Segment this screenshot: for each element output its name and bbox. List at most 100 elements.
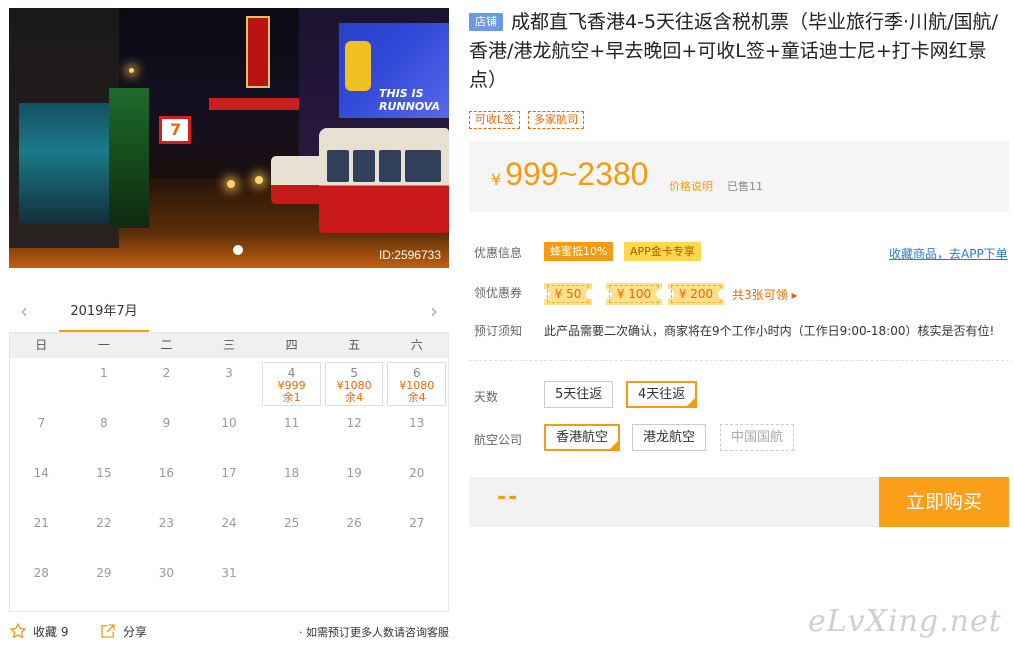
calendar-day: 22 — [73, 508, 136, 558]
coupon-100[interactable]: ¥ 100 — [606, 283, 662, 305]
option-air-china: 中国国航 — [720, 424, 795, 451]
shop-badge[interactable]: 店铺 — [469, 13, 503, 31]
calendar-day: 25 — [260, 508, 323, 558]
weekday-label: 一 — [97, 338, 110, 352]
day-number: 10 — [221, 416, 237, 430]
day-number: 14 — [33, 466, 49, 480]
weekday-label: 二 — [160, 338, 173, 352]
calendar-day: 7 — [10, 408, 73, 458]
calendar-week-row: 21 22 23 24 25 26 27 — [10, 508, 448, 558]
day-number: 29 — [96, 566, 112, 580]
day-number: 23 — [158, 516, 175, 530]
calendar-day: 2 — [135, 358, 198, 408]
favorite-app-link[interactable]: 收藏商品，去APP下单 — [889, 245, 1008, 262]
calendar-days: 1 2 3 4 ¥999 余1 5 ¥1080 余4 6 ¥1080 余4 7 8 9 10 11 12 13 14 1… — [10, 358, 448, 608]
calendar-day: 21 — [10, 508, 73, 558]
sold-count: 已售11 — [727, 180, 763, 193]
day-number: 5 — [350, 366, 358, 380]
calendar-day: 11 — [260, 408, 323, 458]
divider — [469, 360, 1009, 361]
photo-red-sign-2 — [209, 98, 299, 110]
day-number: 27 — [409, 516, 425, 530]
calendar-day: 20 — [385, 458, 448, 508]
days-label: 天数 — [474, 390, 499, 404]
product-title-block: 店铺 成都直飞香港4-5天往返含税机票（毕业旅行季·川航/国航/香港/港龙航空+早… — [469, 8, 1009, 95]
day-number: 12 — [346, 416, 362, 430]
calendar-day: 19 — [323, 458, 386, 508]
booking-notice-label: 预订须知 — [474, 324, 523, 338]
price-panel: ¥ 999~2380 价格说明 已售11 — [469, 141, 1009, 212]
photo-shopfront — [19, 103, 109, 223]
day-number: 13 — [409, 416, 425, 430]
calendar-day: 12 — [323, 408, 386, 458]
calendar-month-tab[interactable]: 2019年7月 — [59, 296, 149, 332]
day-number: 20 — [409, 466, 425, 480]
day-number: 17 — [221, 466, 237, 480]
total-price: -- — [497, 485, 520, 510]
price-explanation-link[interactable]: 价格说明 — [669, 178, 713, 194]
day-stock: 余4 — [407, 391, 426, 404]
weekday-label: 五 — [348, 338, 361, 352]
day-number: 2 — [162, 366, 171, 380]
coupon-50[interactable]: ¥ 50 — [544, 283, 592, 305]
calendar-day-available[interactable]: 5 ¥1080 余4 — [323, 358, 386, 408]
day-number: 30 — [158, 566, 175, 580]
promo-label: 优惠信息 — [474, 246, 523, 260]
calendar-day: 30 — [135, 558, 198, 608]
group-booking-note: · 如需预订更多人数请咨询客服 — [299, 626, 449, 639]
day-number: 24 — [221, 516, 237, 530]
price-range: 999~2380 — [505, 156, 649, 192]
calendar-day: 23 — [135, 508, 198, 558]
option-hong-kong-airlines[interactable]: 香港航空 — [544, 424, 621, 451]
next-month-icon[interactable]: › — [425, 301, 443, 322]
calendar-day-available[interactable]: 4 ¥999 余1 — [260, 358, 323, 408]
coupon-200[interactable]: ¥ 200 — [668, 283, 724, 305]
day-number: 28 — [33, 566, 49, 580]
image-id: ID:2596733 — [378, 248, 441, 262]
weekday-label: 六 — [410, 338, 423, 352]
photo-billboard: THIS IS RUNNOVA — [339, 23, 449, 118]
calendar-day: 10 — [198, 408, 261, 458]
share-button[interactable]: 分享 — [99, 622, 147, 640]
calendar-week-row: 1 2 3 4 ¥999 余1 5 ¥1080 余4 6 ¥1080 余4 — [10, 358, 448, 408]
option-dragonair[interactable]: 港龙航空 — [632, 424, 707, 451]
day-number: 1 — [100, 366, 108, 380]
calendar-day: 16 — [135, 458, 198, 508]
calendar-day: 14 — [10, 458, 73, 508]
day-number: 21 — [33, 516, 49, 530]
day-number: 16 — [158, 466, 175, 480]
day-number: 26 — [346, 516, 362, 530]
calendar-week-row: 14 15 16 17 18 19 20 — [10, 458, 448, 508]
share-label: 分享 — [123, 624, 148, 639]
day-number: 15 — [96, 466, 112, 480]
option-5-days[interactable]: 5天往返 — [544, 381, 614, 408]
calendar-day: 18 — [260, 458, 323, 508]
watermark: eLvXing.net — [808, 604, 1002, 639]
day-number: 18 — [283, 466, 300, 480]
calendar-week-row: 7 8 9 10 11 12 13 — [10, 408, 448, 458]
airline-label: 航空公司 — [474, 433, 523, 447]
day-number: 19 — [346, 466, 362, 480]
buy-now-button[interactable]: 立即购买 — [879, 477, 1009, 527]
calendar-day-available[interactable]: 6 ¥1080 余4 — [385, 358, 448, 408]
get-coupons-link[interactable]: 共3张可领 ▸ — [732, 286, 797, 303]
calendar-day — [385, 558, 448, 608]
action-bar: 收藏 9 分享 · 如需预订更多人数请咨询客服 — [9, 620, 449, 644]
favorite-button[interactable]: 收藏 9 — [9, 622, 68, 640]
currency-symbol: ¥ — [491, 170, 502, 189]
day-number: 8 — [100, 416, 108, 430]
calendar-day: 26 — [323, 508, 386, 558]
calendar-day: 24 — [198, 508, 261, 558]
date-calendar: 日 一 二 三 四 五 六 1 2 3 4 ¥999 余1 5 ¥1080 余4 6 ¥1080 余4… — [9, 332, 449, 612]
promo-badge-honey: 蜂蜜抵10% — [544, 242, 614, 261]
day-stock: 余1 — [282, 391, 301, 404]
purchase-bar: -- 立即购买 — [469, 477, 1009, 527]
prev-month-icon[interactable]: ‹ — [15, 301, 33, 322]
carousel-dot[interactable] — [233, 245, 243, 255]
product-title: 成都直飞香港4-5天往返含税机票（毕业旅行季·川航/国航/香港/港龙航空+早去晚… — [469, 11, 998, 91]
product-photo[interactable]: THIS IS RUNNOVA ID:2596733 — [9, 8, 449, 268]
option-4-days[interactable]: 4天往返 — [626, 381, 698, 408]
calendar-day: 8 — [73, 408, 136, 458]
calendar-day: 17 — [198, 458, 261, 508]
calendar-day: 9 — [135, 408, 198, 458]
